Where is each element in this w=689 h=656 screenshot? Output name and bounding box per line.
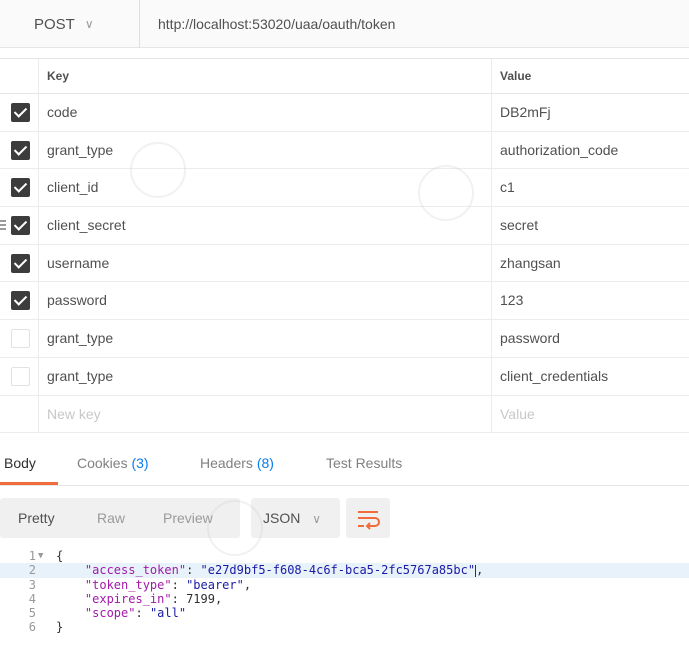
line-number: 5 (28, 606, 36, 621)
param-row[interactable]: grant_type client_credentials (0, 357, 689, 396)
tab-cookies[interactable]: Cookies (3) (77, 440, 149, 486)
tab-cookies-label: Cookies (77, 455, 128, 471)
param-value[interactable]: DB2mFj (500, 94, 551, 131)
param-row[interactable]: username zhangsan (0, 244, 689, 283)
code-line: 2 "access_token": "e27d9bf5-f608-4c6f-bc… (0, 563, 689, 578)
headers-count: (8) (256, 455, 274, 471)
line-number: 1 (28, 549, 36, 563)
param-value[interactable]: client_credentials (500, 358, 608, 395)
json-string: "e27d9bf5-f608-4c6f-bca5-2fc5767a85bc" (200, 563, 476, 578)
param-key[interactable]: client_secret (47, 207, 126, 244)
response-tabs: Body Cookies (3) Headers (8) Test Result… (0, 440, 689, 486)
response-body[interactable]: 1 ▼ { 2 "access_token": "e27d9bf5-f608-4… (0, 549, 689, 635)
param-checkbox[interactable] (11, 329, 30, 349)
param-key[interactable]: client_id (47, 169, 98, 206)
active-tab-indicator (0, 482, 58, 485)
params-table: Key Value code DB2mFj grant_type authori… (0, 58, 689, 434)
value-column-header: Value (500, 69, 532, 83)
preview-button[interactable]: Preview (163, 498, 213, 538)
request-bar: POST ∨ http://localhost:53020/uaa/oauth/… (0, 0, 689, 48)
raw-button[interactable]: Raw (97, 498, 125, 538)
json-string: "bearer" (186, 577, 244, 592)
code-line: 4 "expires_in": 7199, (0, 592, 689, 606)
view-mode-group: Pretty Raw Preview (0, 498, 240, 538)
param-value[interactable]: password (500, 320, 560, 357)
wrap-lines-button[interactable] (346, 498, 390, 538)
new-key-input[interactable]: New key (47, 396, 101, 433)
line-number: 4 (28, 591, 36, 606)
json-key: "scope" (84, 606, 136, 621)
line-number: 3 (28, 577, 36, 592)
param-row[interactable]: grant_type password (0, 320, 689, 358)
line-number: 6 (28, 620, 36, 635)
param-key[interactable]: password (47, 282, 107, 319)
method-label: POST (34, 15, 75, 33)
code-line: 1 ▼ { (0, 549, 689, 563)
param-row[interactable]: code DB2mFj (0, 94, 689, 132)
param-value[interactable]: authorization_code (500, 132, 618, 169)
param-row[interactable]: grant_type authorization_code (0, 131, 689, 170)
param-value[interactable]: 123 (500, 282, 523, 319)
fold-icon[interactable]: ▼ (38, 549, 43, 563)
text-cursor (475, 564, 477, 577)
code-line: 5 "scope": "all" (0, 606, 689, 620)
params-header: Key Value (0, 58, 689, 94)
json-string: "all" (149, 606, 187, 621)
param-value[interactable]: c1 (500, 169, 515, 206)
drag-handle-icon[interactable] (0, 220, 6, 231)
chevron-down-icon: ∨ (312, 512, 322, 526)
cookies-count: (3) (131, 455, 149, 471)
method-select[interactable]: POST ∨ (0, 0, 140, 48)
param-checkbox[interactable] (11, 103, 30, 122)
param-checkbox[interactable] (11, 253, 30, 273)
pretty-button[interactable]: Pretty (18, 498, 55, 538)
param-key[interactable]: grant_type (47, 358, 113, 395)
param-key[interactable]: grant_type (47, 320, 113, 357)
param-checkbox[interactable] (11, 291, 30, 311)
code-line: 6 } (0, 620, 689, 634)
param-key[interactable]: code (47, 94, 77, 131)
language-label: JSON (263, 510, 301, 526)
param-row[interactable]: password 123 (0, 282, 689, 321)
param-row[interactable]: client_id c1 (0, 169, 689, 208)
param-checkbox[interactable] (11, 178, 30, 198)
param-checkbox[interactable] (11, 366, 30, 386)
chevron-down-icon: ∨ (84, 17, 94, 31)
param-value[interactable]: zhangsan (500, 245, 561, 282)
key-column-header: Key (47, 69, 70, 83)
json-key: "token_type" (84, 577, 172, 592)
language-select[interactable]: JSON ∨ (251, 498, 340, 538)
tab-headers[interactable]: Headers (8) (200, 440, 274, 486)
param-row[interactable]: client_secret secret (0, 207, 689, 245)
tab-headers-label: Headers (200, 455, 253, 471)
tab-test-results[interactable]: Test Results (326, 440, 402, 486)
param-value[interactable]: secret (500, 207, 538, 244)
url-input[interactable]: http://localhost:53020/uaa/oauth/token (158, 0, 395, 48)
new-value-input[interactable]: Value (500, 396, 535, 433)
code-line: 3 "token_type": "bearer", (0, 578, 689, 592)
json-key: "expires_in" (84, 591, 172, 606)
new-param-row[interactable]: New key Value (0, 395, 689, 434)
json-key: "access_token" (84, 563, 187, 578)
line-number: 2 (28, 563, 36, 578)
tab-body[interactable]: Body (4, 440, 36, 486)
param-key[interactable]: grant_type (47, 132, 113, 169)
param-checkbox[interactable] (11, 216, 30, 236)
wrap-lines-icon (358, 511, 380, 530)
param-checkbox[interactable] (11, 140, 30, 160)
param-key[interactable]: username (47, 245, 109, 282)
json-number: 7199 (186, 591, 215, 606)
